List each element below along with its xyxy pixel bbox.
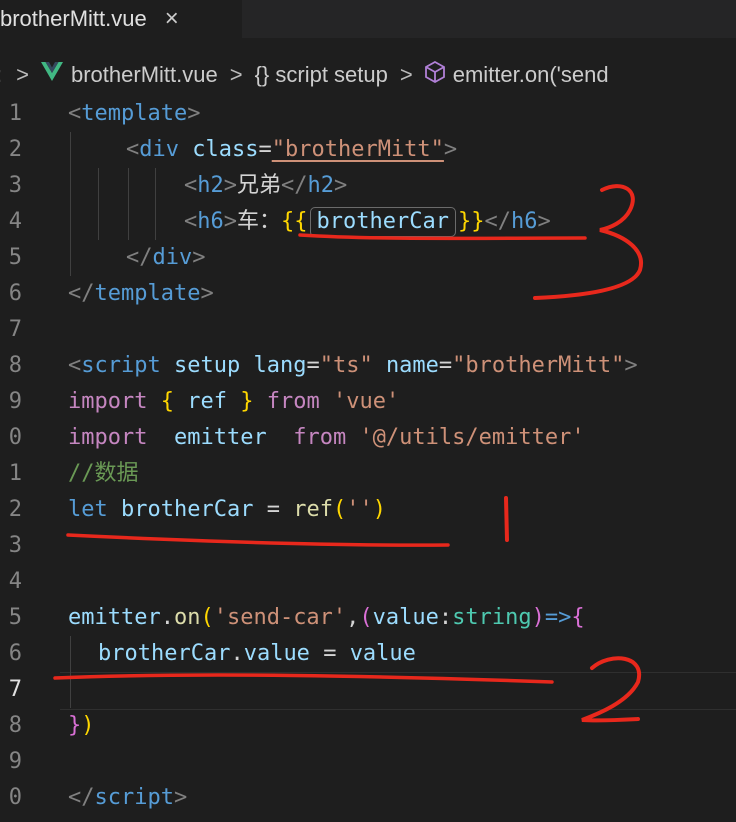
- annotation-number-1: [504, 496, 509, 542]
- line-number: 4: [8, 209, 22, 234]
- breadcrumb-item-emitter-on[interactable]: emitter.on('send: [453, 62, 609, 88]
- line-number: 8: [8, 353, 22, 378]
- line-number: 9: [8, 389, 22, 414]
- tab-label: brotherMitt.vue: [0, 6, 147, 31]
- line-number: 2: [8, 137, 22, 162]
- line-number: 3: [8, 533, 22, 558]
- breadcrumb-item-script-setup[interactable]: {} script setup: [255, 62, 388, 88]
- tab-brothermitt-vue[interactable]: brotherMitt.vue ×: [0, 0, 242, 38]
- code-line-11: //数据: [68, 461, 139, 486]
- tab-bar: brotherMitt.vue ×: [0, 0, 736, 38]
- line-number: 7: [8, 677, 22, 702]
- annotation-underline-declaration: [66, 533, 450, 547]
- code-line-8: <script setup lang="ts" name="brotherMit…: [68, 353, 638, 378]
- code-line-15: emitter.on('send-car',(value:string)=>{: [68, 605, 585, 630]
- chevron-right-icon: >: [16, 62, 29, 87]
- code-line-10: import emitter from '@/utils/emitter': [68, 425, 585, 450]
- vue-file-icon: [40, 62, 63, 88]
- code-line-16: brotherCar.value = value: [98, 641, 416, 666]
- breadcrumb-lead: :: [0, 62, 2, 88]
- indent-guide: [128, 168, 129, 240]
- breadcrumb-item-file[interactable]: brotherMitt.vue: [71, 62, 218, 88]
- chevron-right-icon: >: [399, 62, 413, 87]
- code-line-20: </script>: [68, 785, 188, 810]
- annotation-number-3: [533, 184, 644, 300]
- chevron-right-icon: >: [229, 62, 243, 87]
- code-line-5: </div>: [126, 245, 206, 270]
- line-number: 7: [8, 317, 22, 342]
- indent-guide: [70, 132, 71, 276]
- code-line-1: <template>: [68, 101, 201, 126]
- line-number: 8: [8, 713, 22, 738]
- close-icon[interactable]: ×: [165, 5, 179, 33]
- line-number: 0: [8, 425, 22, 450]
- indent-guide: [98, 168, 99, 240]
- code-line-9: import { ref } from 'vue': [68, 389, 400, 414]
- line-number: 4: [8, 569, 22, 594]
- indent-guide: [70, 636, 71, 708]
- line-number: 1: [8, 101, 22, 126]
- code-line-3: <h2>兄弟</h2>: [184, 173, 348, 198]
- current-line-highlight: [60, 672, 736, 710]
- line-number: 5: [8, 245, 22, 270]
- line-number: 6: [8, 281, 22, 306]
- code-line-12: let brotherCar = ref(''): [68, 497, 386, 522]
- line-number: 5: [8, 605, 22, 630]
- line-number: 2: [8, 497, 22, 522]
- code-line-2: <div class="brotherMitt">: [126, 137, 458, 162]
- inlay-hint-brothercar: brotherCar: [309, 207, 456, 237]
- breadcrumb: : > brotherMitt.vue > {} script setup > …: [0, 56, 736, 94]
- line-number: 9: [8, 749, 22, 774]
- indent-guide: [155, 168, 156, 240]
- line-number: 3: [8, 173, 22, 198]
- symbol-method-icon: [424, 60, 445, 89]
- line-number: 0: [8, 785, 22, 810]
- code-line-6: </template>: [68, 281, 214, 306]
- code-line-18: }): [68, 713, 95, 738]
- code-line-4: <h6>车：{{brotherCar}}</h6>: [184, 204, 551, 240]
- line-number: 1: [8, 461, 22, 486]
- line-number: 6: [8, 641, 22, 666]
